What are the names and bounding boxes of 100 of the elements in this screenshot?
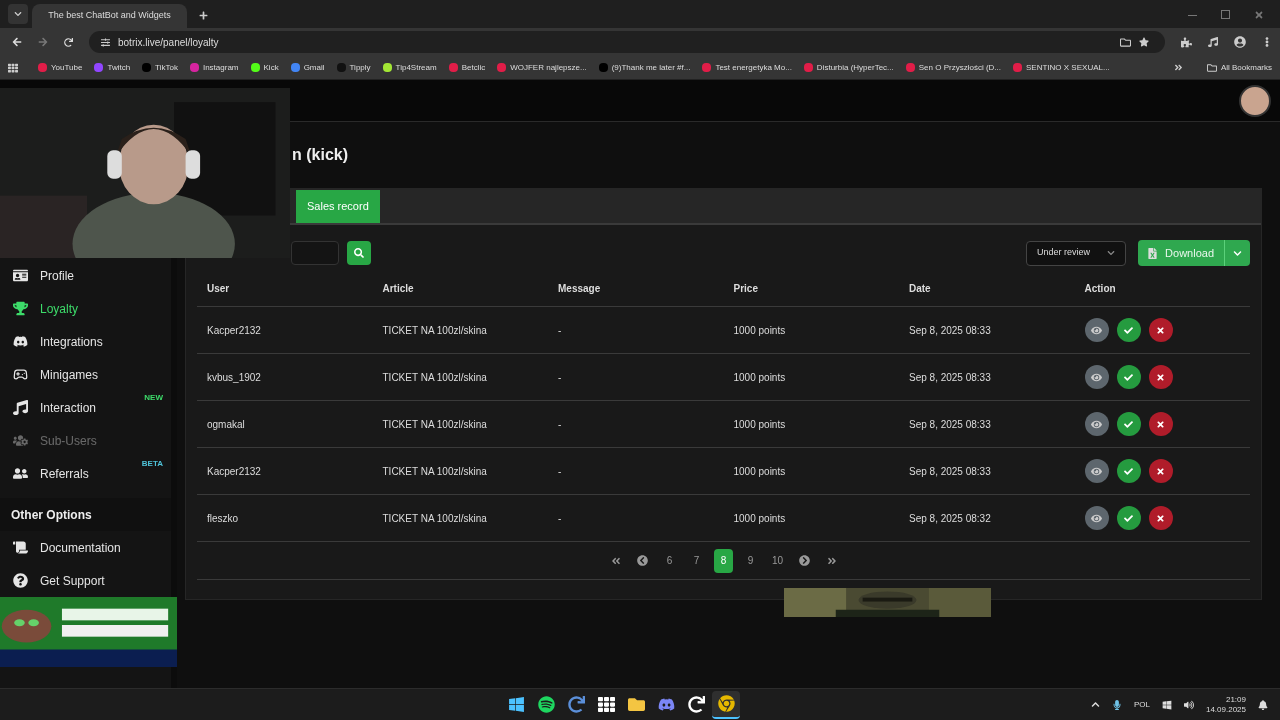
bookmark[interactable]: Disturbia (HyperTec... (803, 61, 894, 74)
bookmark[interactable]: Twitch (94, 61, 131, 74)
table-cell-text: Sep 8, 2025 08:33 (908, 417, 992, 432)
sidebar-item[interactable]: Loyalty (0, 292, 171, 325)
scroll-icon (13, 540, 28, 555)
approve-button[interactable] (1116, 459, 1141, 483)
page-button[interactable]: 10 (768, 548, 787, 573)
table-cell-text: - (557, 323, 563, 338)
bookmark[interactable]: Instagram (189, 61, 239, 74)
bookmark[interactable]: WOJFER najlepsze... (497, 61, 587, 74)
bookmark[interactable]: Test energetyka Mo... (702, 61, 792, 74)
chevron-up-icon[interactable] (1090, 700, 1100, 709)
question-icon (13, 573, 28, 588)
chat-icon (13, 334, 28, 349)
reject-button[interactable] (1148, 412, 1173, 436)
table-cell-text: Sep 8, 2025 08:33 (908, 323, 992, 338)
sidebar-item[interactable]: Interaction NEW (0, 391, 171, 424)
sidebar-item[interactable]: Profile (0, 259, 171, 292)
table-cell-text: - (557, 417, 563, 432)
bookmark[interactable]: (9)Thank me later #f... (598, 61, 691, 74)
new-tab-icon[interactable] (199, 11, 208, 20)
apps-icon[interactable] (8, 62, 18, 73)
bell-icon[interactable] (1258, 699, 1268, 710)
maximize-icon[interactable] (1221, 10, 1230, 19)
language-indicator[interactable]: POL (1133, 698, 1150, 711)
chevron-icon (1233, 248, 1242, 258)
table-cell-text: Sep 8, 2025 08:33 (908, 370, 992, 385)
all-bookmarks[interactable]: All Bookmarks (1206, 61, 1272, 74)
page-button[interactable]: 7 (687, 548, 706, 573)
table-cell-text: 1000 points (732, 417, 787, 432)
star-icon[interactable] (1139, 37, 1149, 47)
view-button[interactable] (1084, 318, 1109, 342)
sidebar-item[interactable]: Get Support (0, 564, 171, 597)
view-button[interactable] (1084, 506, 1109, 530)
check-icon (1124, 513, 1133, 523)
profile-icon[interactable] (1234, 36, 1246, 48)
close-window-icon[interactable] (1254, 10, 1264, 20)
discord-icon (657, 696, 675, 713)
folder-icon (627, 696, 645, 713)
table-cell-text: TICKET NA 100zl/skina (381, 417, 488, 432)
column-header: Article (381, 282, 415, 296)
forward-icon[interactable] (38, 37, 48, 47)
column-header: Action (1083, 282, 1117, 296)
view-button[interactable] (1084, 365, 1109, 389)
view-button[interactable] (1084, 412, 1109, 436)
bookmark[interactable]: SENTINO X SEXUAL... (1013, 61, 1110, 74)
back-icon[interactable] (12, 37, 22, 47)
reject-button[interactable] (1148, 365, 1173, 389)
approve-button[interactable] (1116, 506, 1141, 530)
bookmark[interactable]: Sen O Przyszłości (D... (905, 61, 1002, 74)
sidebar-item[interactable]: Integrations (0, 325, 171, 358)
approve-button[interactable] (1116, 412, 1141, 436)
view-button[interactable] (1084, 459, 1109, 483)
more-icon[interactable] (1173, 63, 1183, 72)
chevron-right-icon (799, 555, 810, 566)
bookmark[interactable]: TikTok (142, 61, 178, 74)
double-left-icon (610, 555, 621, 566)
users-icon (13, 466, 28, 481)
table-cell-text: TICKET NA 100zl/skina (381, 323, 488, 338)
approve-button[interactable] (1116, 365, 1141, 389)
bookmark[interactable]: YouTube (38, 61, 83, 74)
address-bar[interactable]: botrix.live/panel/loyalty (89, 31, 1165, 53)
reload-icon[interactable] (64, 37, 73, 47)
media-icon[interactable] (1208, 37, 1218, 47)
page-button[interactable]: 9 (741, 548, 760, 573)
bookmark[interactable]: Gmail (290, 61, 325, 74)
bookmark[interactable]: Betclic (448, 61, 486, 74)
table-cell-text: - (557, 370, 563, 385)
bookmark[interactable]: Tipply (336, 61, 371, 74)
page-button[interactable]: 6 (660, 548, 679, 573)
sidebar-item[interactable]: Referrals BETA (0, 457, 171, 490)
sidebar-item[interactable]: Documentation (0, 531, 171, 564)
spreadsheet-icon (1148, 247, 1158, 259)
tab-list-button[interactable] (8, 4, 28, 24)
column-header: Date (908, 282, 932, 296)
eye-icon (1091, 465, 1102, 477)
music-note-icon (13, 400, 28, 415)
spotify-icon (537, 696, 555, 713)
table-cell-text: 1000 points (732, 464, 787, 479)
reject-button[interactable] (1148, 318, 1173, 342)
search-field[interactable] (291, 241, 339, 265)
users-icon (13, 433, 28, 448)
close-icon (1156, 372, 1165, 382)
taskbar-app[interactable] (712, 690, 741, 719)
microphone-icon[interactable] (1111, 699, 1122, 710)
section-header: Other Options (0, 498, 171, 531)
browser-tab[interactable]: The best ChatBot and Widgets (32, 4, 187, 28)
bookmark[interactable]: Kick (250, 61, 279, 74)
status-select[interactable]: Under review (1026, 240, 1127, 266)
volume-icon[interactable] (1183, 699, 1194, 710)
table-cell-text: 1000 points (732, 511, 787, 526)
search-button[interactable] (347, 241, 371, 265)
reject-button[interactable] (1148, 506, 1173, 530)
avatar[interactable] (1239, 84, 1271, 117)
windows-icon (507, 696, 525, 713)
bookmark[interactable]: Tip4Stream (382, 61, 437, 74)
approve-button[interactable] (1116, 318, 1141, 342)
extension-icon[interactable] (1181, 36, 1192, 48)
reject-button[interactable] (1148, 459, 1173, 483)
sidebar-item[interactable]: Minigames (0, 358, 171, 391)
